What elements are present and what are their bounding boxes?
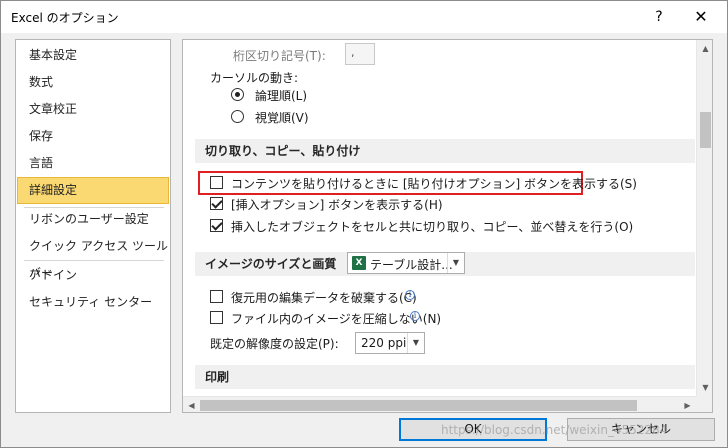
horizontal-scroll-thumb[interactable] (200, 400, 637, 411)
do-not-compress-images-checkbox[interactable] (210, 311, 223, 324)
sidebar-item-customize-ribbon[interactable]: リボンのユーザー設定 (17, 206, 169, 233)
cursor-movement-label: カーソルの動き: (210, 71, 299, 85)
excel-workbook-icon: X (352, 256, 366, 270)
watermark-text: https://blog.csdn.net/weixin_4552284 (441, 423, 668, 437)
vertical-scroll-thumb[interactable] (700, 112, 711, 148)
visual-order-radio[interactable] (231, 110, 244, 123)
scroll-right-arrow-icon[interactable]: ▶ (679, 397, 696, 412)
logical-order-radio[interactable] (231, 88, 244, 101)
info-icon[interactable]: i (405, 290, 415, 300)
close-button[interactable]: ✕ (687, 5, 715, 29)
horizontal-scrollbar[interactable]: ◀ ▶ (183, 396, 696, 412)
info-icon[interactable]: i (410, 311, 420, 321)
default-resolution-label: 既定の解像度の設定(P): (210, 337, 339, 351)
help-button[interactable]: ? (647, 5, 671, 29)
discard-editing-data-checkbox[interactable] (210, 290, 223, 303)
discard-editing-data-label: 復元用の編集データを破棄する(C) (231, 291, 417, 305)
cut-copy-sort-objects-checkbox[interactable] (210, 219, 223, 232)
thousands-separator-label: 桁区切り記号(T): (233, 49, 326, 63)
insert-options-button-label: [挿入オプション] ボタンを表示する(H) (231, 198, 443, 212)
options-dialog: Excel のオプション ? ✕ 基本設定 数式 文章校正 保存 言語 詳細設定… (0, 0, 728, 448)
sidebar-item-formulas[interactable]: 数式 (17, 69, 169, 96)
cut-copy-sort-objects-label: 挿入したオブジェクトをセルと共に切り取り、コピー、並べ替えを行う(O) (231, 220, 634, 234)
sidebar-item-language[interactable]: 言語 (17, 150, 169, 177)
settings-panel: 桁区切り記号(T): , カーソルの動き: 論理順(L) 視覚順(V) 切り取り… (182, 39, 713, 413)
sidebar-item-save[interactable]: 保存 (17, 123, 169, 150)
sidebar-item-advanced[interactable]: 詳細設定 (17, 177, 169, 204)
section-cut-copy-paste: 切り取り、コピー、貼り付け (195, 139, 695, 163)
chevron-down-icon[interactable]: ▼ (407, 333, 424, 353)
scroll-left-arrow-icon[interactable]: ◀ (183, 397, 200, 412)
sidebar-divider (24, 260, 164, 261)
insert-options-button-checkbox[interactable] (210, 197, 223, 210)
scroll-down-arrow-icon[interactable]: ▼ (697, 379, 712, 396)
logical-order-label: 論理順(L) (255, 89, 308, 103)
vertical-scrollbar[interactable]: ▲ ▼ (696, 40, 712, 396)
dialog-title: Excel のオプション (11, 11, 119, 25)
scroll-up-arrow-icon[interactable]: ▲ (697, 40, 712, 57)
sidebar-item-trust-center[interactable]: セキュリティ センター (17, 289, 169, 316)
visual-order-label: 視覚順(V) (255, 111, 309, 125)
image-size-workbook-dropdown[interactable]: X テーブル設計... ▼ (347, 252, 465, 274)
section-print: 印刷 (195, 365, 695, 389)
category-sidebar: 基本設定 数式 文章校正 保存 言語 詳細設定 リボンのユーザー設定 クイック … (15, 39, 171, 413)
sidebar-item-quick-access-toolbar[interactable]: クイック アクセス ツール バー (17, 233, 169, 280)
paste-options-button-label: コンテンツを貼り付けるときに [貼り付けオプション] ボタンを表示する(S) (231, 177, 637, 191)
sidebar-item-proofing[interactable]: 文章校正 (17, 96, 169, 123)
scrollbar-corner (696, 396, 712, 412)
paste-options-button-checkbox[interactable] (210, 176, 223, 189)
do-not-compress-images-label: ファイル内のイメージを圧縮しない(N) (231, 312, 442, 326)
sidebar-item-addins[interactable]: アドイン (17, 262, 169, 289)
chevron-down-icon[interactable]: ▼ (447, 253, 464, 273)
thousands-separator-input[interactable]: , (345, 43, 375, 65)
default-resolution-value: 220 ppi (361, 336, 407, 350)
default-resolution-dropdown[interactable]: 220 ppi ▼ (355, 332, 425, 354)
image-size-workbook-value: テーブル設計... (370, 258, 453, 272)
title-bar: Excel のオプション ? ✕ (1, 1, 727, 33)
sidebar-item-general[interactable]: 基本設定 (17, 42, 169, 69)
